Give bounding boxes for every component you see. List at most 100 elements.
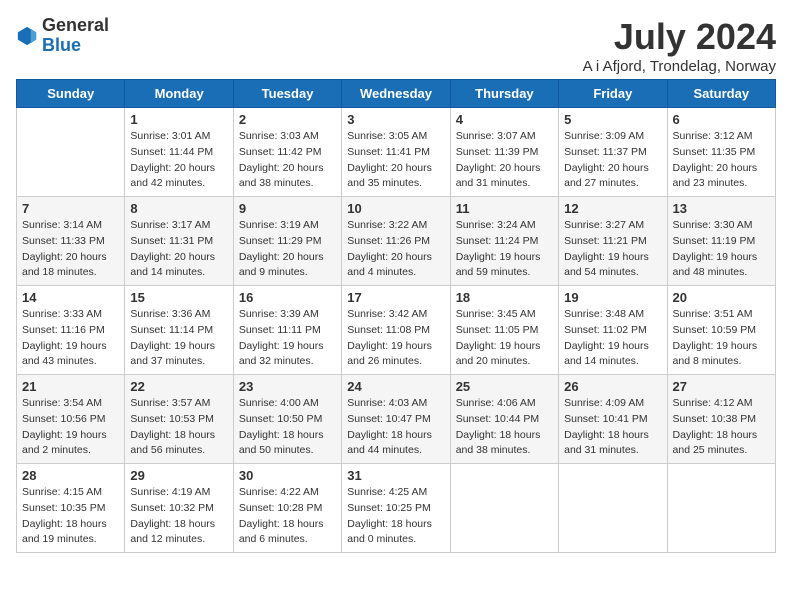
day-number: 31 (347, 468, 444, 483)
day-number: 1 (130, 112, 227, 127)
day-number: 15 (130, 290, 227, 305)
calendar-cell: 23 Sunrise: 4:00 AM Sunset: 10:50 PM Dayl… (233, 375, 341, 464)
day-number: 25 (456, 379, 553, 394)
calendar-cell: 27 Sunrise: 4:12 AM Sunset: 10:38 PM Dayl… (667, 375, 775, 464)
calendar-week-row: 21 Sunrise: 3:54 AM Sunset: 10:56 PM Dayl… (17, 375, 776, 464)
calendar-week-row: 14Sunrise: 3:33 AM Sunset: 11:16 PM Dayl… (17, 286, 776, 375)
day-number: 19 (564, 290, 661, 305)
calendar-week-row: 7Sunrise: 3:14 AM Sunset: 11:33 PM Dayli… (17, 197, 776, 286)
calendar-cell: 22Sunrise: 3:57 AM Sunset: 10:53 PM Dayl… (125, 375, 233, 464)
day-number: 30 (239, 468, 336, 483)
calendar-cell: 18 Sunrise: 3:45 AM Sunset: 11:05 PM Dayl… (450, 286, 558, 375)
day-info: Sunrise: 4:09 AM Sunset: 10:41 PM Daylig… (564, 396, 661, 459)
calendar-cell (559, 464, 667, 553)
day-info: Sunrise: 3:51 AM Sunset: 10:59 PM Daylig… (673, 307, 770, 370)
weekday-header: Monday (125, 80, 233, 108)
logo: General Blue (16, 16, 109, 56)
calendar-cell: 20Sunrise: 3:51 AM Sunset: 10:59 PM Dayl… (667, 286, 775, 375)
calendar-cell (667, 464, 775, 553)
calendar-cell: 19Sunrise: 3:48 AM Sunset: 11:02 PM Dayl… (559, 286, 667, 375)
day-info: Sunrise: 3:22 AM Sunset: 11:26 PM Daylig… (347, 218, 444, 281)
calendar-cell: 31 Sunrise: 4:25 AM Sunset: 10:25 PM Dayl… (342, 464, 450, 553)
day-info: Sunrise: 4:25 AM Sunset: 10:25 PM Daylig… (347, 485, 444, 548)
subtitle: A i Afjord, Trondelag, Norway (583, 58, 776, 75)
calendar-cell: 6 Sunrise: 3:12 AM Sunset: 11:35 PM Dayli… (667, 108, 775, 197)
calendar-cell: 7Sunrise: 3:14 AM Sunset: 11:33 PM Dayli… (17, 197, 125, 286)
logo-icon (16, 25, 38, 47)
calendar-cell: 24 Sunrise: 4:03 AM Sunset: 10:47 PM Dayl… (342, 375, 450, 464)
calendar-cell: 21 Sunrise: 3:54 AM Sunset: 10:56 PM Dayl… (17, 375, 125, 464)
day-number: 7 (22, 201, 119, 216)
day-number: 12 (564, 201, 661, 216)
day-info: Sunrise: 4:03 AM Sunset: 10:47 PM Daylig… (347, 396, 444, 459)
day-info: Sunrise: 3:03 AM Sunset: 11:42 PM Daylig… (239, 129, 336, 192)
calendar-cell: 4Sunrise: 3:07 AM Sunset: 11:39 PM Dayli… (450, 108, 558, 197)
weekday-header: Wednesday (342, 80, 450, 108)
day-number: 27 (673, 379, 770, 394)
page-header: General Blue July 2024 A i Afjord, Trond… (16, 16, 776, 75)
day-number: 17 (347, 290, 444, 305)
day-number: 21 (22, 379, 119, 394)
day-number: 18 (456, 290, 553, 305)
calendar-cell: 2Sunrise: 3:03 AM Sunset: 11:42 PM Dayli… (233, 108, 341, 197)
calendar-cell: 12 Sunrise: 3:27 AM Sunset: 11:21 PM Dayl… (559, 197, 667, 286)
day-number: 16 (239, 290, 336, 305)
day-number: 26 (564, 379, 661, 394)
calendar-week-row: 28 Sunrise: 4:15 AM Sunset: 10:35 PM Dayl… (17, 464, 776, 553)
day-info: Sunrise: 3:05 AM Sunset: 11:41 PM Daylig… (347, 129, 444, 192)
calendar-cell: 1 Sunrise: 3:01 AM Sunset: 11:44 PM Dayli… (125, 108, 233, 197)
day-number: 24 (347, 379, 444, 394)
calendar-header-row: SundayMondayTuesdayWednesdayThursdayFrid… (17, 80, 776, 108)
calendar-cell (17, 108, 125, 197)
day-info: Sunrise: 3:30 AM Sunset: 11:19 PM Daylig… (673, 218, 770, 281)
calendar-cell: 15 Sunrise: 3:36 AM Sunset: 11:14 PM Dayl… (125, 286, 233, 375)
day-number: 6 (673, 112, 770, 127)
day-number: 8 (130, 201, 227, 216)
day-info: Sunrise: 4:19 AM Sunset: 10:32 PM Daylig… (130, 485, 227, 548)
day-info: Sunrise: 4:00 AM Sunset: 10:50 PM Daylig… (239, 396, 336, 459)
calendar-cell: 3 Sunrise: 3:05 AM Sunset: 11:41 PM Dayli… (342, 108, 450, 197)
calendar-table: SundayMondayTuesdayWednesdayThursdayFrid… (16, 79, 776, 553)
day-info: Sunrise: 3:36 AM Sunset: 11:14 PM Daylig… (130, 307, 227, 370)
calendar-cell: 13 Sunrise: 3:30 AM Sunset: 11:19 PM Dayl… (667, 197, 775, 286)
day-number: 22 (130, 379, 227, 394)
day-info: Sunrise: 3:24 AM Sunset: 11:24 PM Daylig… (456, 218, 553, 281)
day-info: Sunrise: 4:06 AM Sunset: 10:44 PM Daylig… (456, 396, 553, 459)
day-number: 23 (239, 379, 336, 394)
day-info: Sunrise: 3:45 AM Sunset: 11:05 PM Daylig… (456, 307, 553, 370)
weekday-header: Saturday (667, 80, 775, 108)
title-section: July 2024 A i Afjord, Trondelag, Norway (583, 16, 776, 75)
day-number: 29 (130, 468, 227, 483)
day-number: 28 (22, 468, 119, 483)
logo-text-blue: Blue (42, 35, 81, 55)
calendar-cell: 10Sunrise: 3:22 AM Sunset: 11:26 PM Dayl… (342, 197, 450, 286)
calendar-cell: 14Sunrise: 3:33 AM Sunset: 11:16 PM Dayl… (17, 286, 125, 375)
main-title: July 2024 (583, 16, 776, 58)
calendar-cell: 9 Sunrise: 3:19 AM Sunset: 11:29 PM Dayli… (233, 197, 341, 286)
day-info: Sunrise: 3:27 AM Sunset: 11:21 PM Daylig… (564, 218, 661, 281)
day-number: 9 (239, 201, 336, 216)
day-info: Sunrise: 4:22 AM Sunset: 10:28 PM Daylig… (239, 485, 336, 548)
day-info: Sunrise: 3:54 AM Sunset: 10:56 PM Daylig… (22, 396, 119, 459)
day-info: Sunrise: 4:15 AM Sunset: 10:35 PM Daylig… (22, 485, 119, 548)
day-number: 5 (564, 112, 661, 127)
calendar-cell: 5 Sunrise: 3:09 AM Sunset: 11:37 PM Dayli… (559, 108, 667, 197)
calendar-cell: 26 Sunrise: 4:09 AM Sunset: 10:41 PM Dayl… (559, 375, 667, 464)
day-info: Sunrise: 3:42 AM Sunset: 11:08 PM Daylig… (347, 307, 444, 370)
day-number: 3 (347, 112, 444, 127)
day-number: 13 (673, 201, 770, 216)
day-info: Sunrise: 3:09 AM Sunset: 11:37 PM Daylig… (564, 129, 661, 192)
day-info: Sunrise: 4:12 AM Sunset: 10:38 PM Daylig… (673, 396, 770, 459)
calendar-week-row: 1 Sunrise: 3:01 AM Sunset: 11:44 PM Dayli… (17, 108, 776, 197)
day-info: Sunrise: 3:12 AM Sunset: 11:35 PM Daylig… (673, 129, 770, 192)
day-info: Sunrise: 3:07 AM Sunset: 11:39 PM Daylig… (456, 129, 553, 192)
calendar-cell: 25 Sunrise: 4:06 AM Sunset: 10:44 PM Dayl… (450, 375, 558, 464)
calendar-cell: 16Sunrise: 3:39 AM Sunset: 11:11 PM Dayl… (233, 286, 341, 375)
weekday-header: Thursday (450, 80, 558, 108)
day-number: 11 (456, 201, 553, 216)
day-info: Sunrise: 3:19 AM Sunset: 11:29 PM Daylig… (239, 218, 336, 281)
day-number: 14 (22, 290, 119, 305)
weekday-header: Tuesday (233, 80, 341, 108)
calendar-cell (450, 464, 558, 553)
day-info: Sunrise: 3:01 AM Sunset: 11:44 PM Daylig… (130, 129, 227, 192)
